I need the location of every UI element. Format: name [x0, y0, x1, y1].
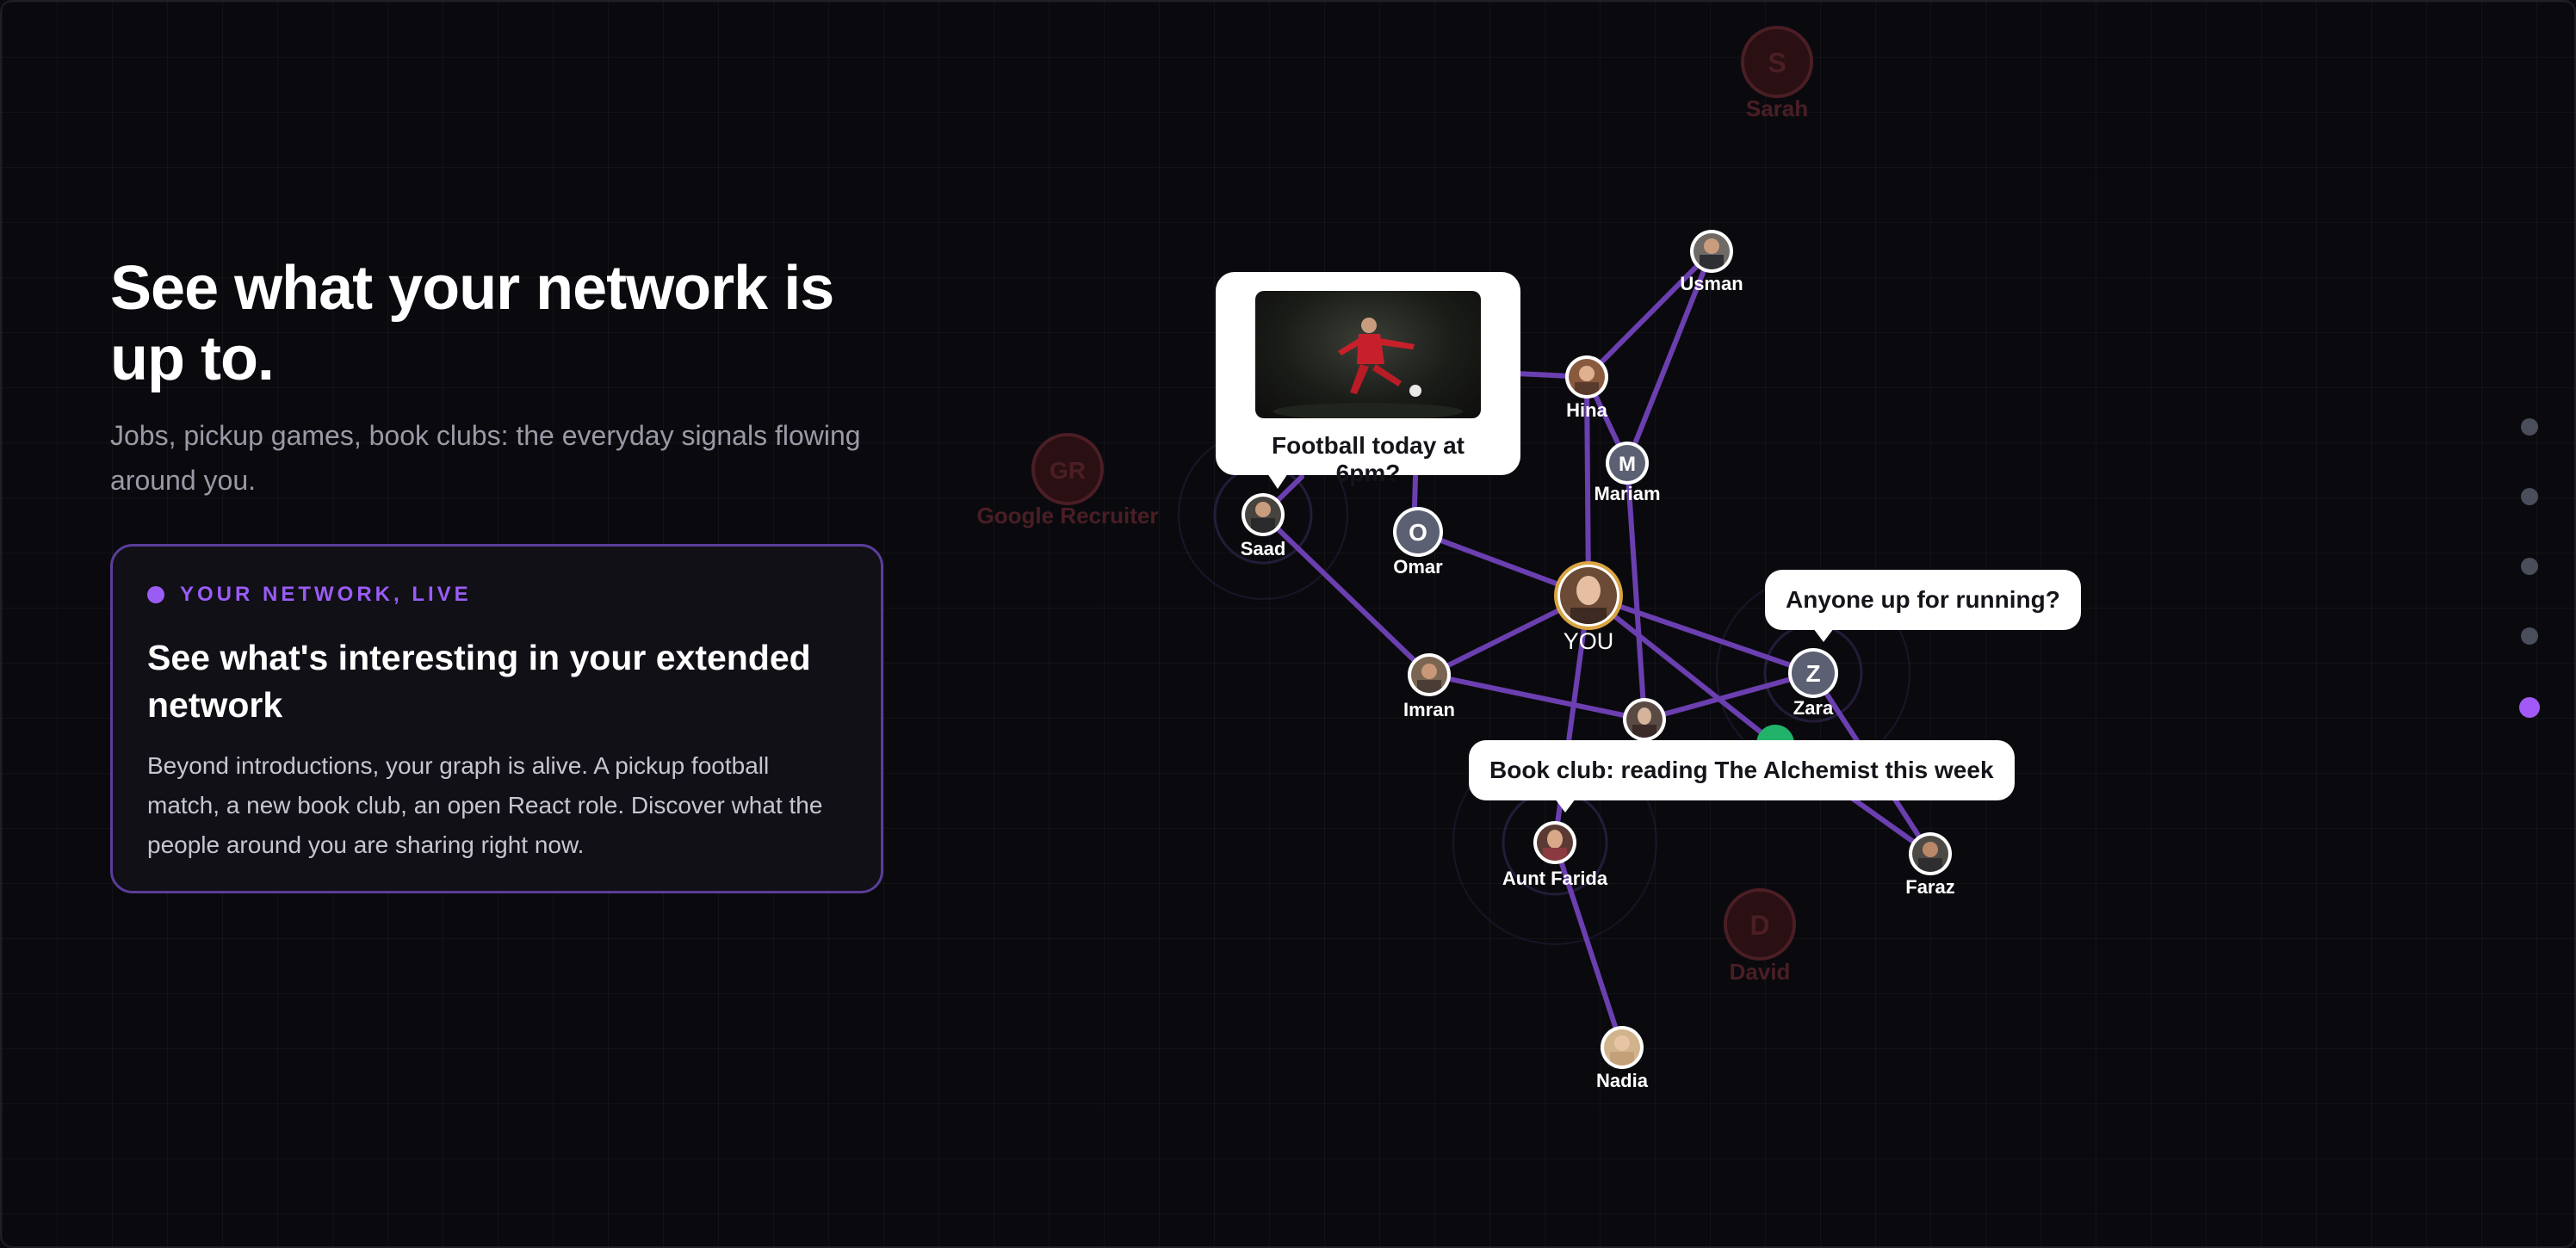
pagination-dot-4[interactable] [2521, 627, 2538, 645]
node-you[interactable]: YOU [1554, 561, 1623, 654]
node-mariam[interactable]: M Mariam [1594, 442, 1661, 504]
faded-label-google-recruiter: Google Recruiter [977, 503, 1159, 528]
node-nadia[interactable]: Nadia [1596, 1026, 1649, 1091]
svg-text:M: M [1619, 453, 1636, 476]
faded-node-google-recruiter: GR Google Recruiter [977, 433, 1159, 528]
running-post-bubble[interactable]: Anyone up for running? [1765, 570, 2081, 642]
node-label-aunt-farida: Aunt Farida [1502, 868, 1608, 889]
node-aunt-farida[interactable]: Aunt Farida [1502, 821, 1608, 889]
pagination-dot-3[interactable] [2521, 558, 2538, 575]
node-imran[interactable]: Imran [1403, 653, 1455, 720]
node-label-saad: Saad [1241, 538, 1286, 559]
svg-text:O: O [1409, 519, 1427, 546]
book-club-post-bubble[interactable]: Book club: reading The Alchemist this we… [1469, 740, 2015, 812]
node-label-imran: Imran [1403, 699, 1455, 720]
faded-label-david: David [1730, 959, 1791, 985]
svg-text:Z: Z [1805, 660, 1820, 687]
node-saad[interactable]: Saad [1241, 493, 1286, 559]
football-player-image [1255, 291, 1481, 418]
node-label-omar: Omar [1393, 556, 1443, 578]
faded-node-sarah: S Sarah [1741, 26, 1813, 121]
node-zara[interactable]: Z Zara [1788, 648, 1838, 719]
page-frame: See what your network is up to. Jobs, pi… [0, 0, 2576, 1248]
node-label-hina: Hina [1566, 399, 1607, 421]
network-graph: S Sarah GR Google Recruiter D David Usma… [977, 26, 1955, 1091]
book-club-post-text: Book club: reading The Alchemist this we… [1489, 757, 1994, 783]
node-label-mariam: Mariam [1594, 483, 1660, 504]
node-label-faraz: Faraz [1905, 876, 1954, 898]
node-unnamed-contact[interactable] [1623, 698, 1666, 742]
running-post-text: Anyone up for running? [1786, 586, 2060, 613]
section-pagination [2519, 418, 2540, 770]
pagination-dot-5-active[interactable] [2519, 697, 2540, 718]
pagination-dot-2[interactable] [2521, 488, 2538, 505]
node-omar[interactable]: O Omar [1393, 507, 1443, 578]
node-faraz[interactable]: Faraz [1905, 832, 1955, 898]
football-post-bubble[interactable]: Football today at 6pm? [1216, 272, 1520, 489]
node-hina[interactable]: Hina [1565, 355, 1608, 421]
faded-node-david: D David [1724, 888, 1796, 985]
svg-text:GR: GR [1050, 457, 1086, 484]
faded-label-sarah: Sarah [1746, 96, 1808, 121]
pagination-dot-1[interactable] [2521, 418, 2538, 436]
node-label-you: YOU [1564, 628, 1614, 654]
node-label-usman: Usman [1680, 273, 1743, 294]
node-usman[interactable]: Usman [1680, 230, 1743, 294]
svg-text:D: D [1749, 910, 1769, 941]
node-label-zara: Zara [1793, 697, 1834, 719]
football-post-text: Football today at 6pm? [1272, 432, 1464, 486]
node-label-nadia: Nadia [1596, 1070, 1649, 1091]
svg-text:S: S [1768, 47, 1786, 78]
